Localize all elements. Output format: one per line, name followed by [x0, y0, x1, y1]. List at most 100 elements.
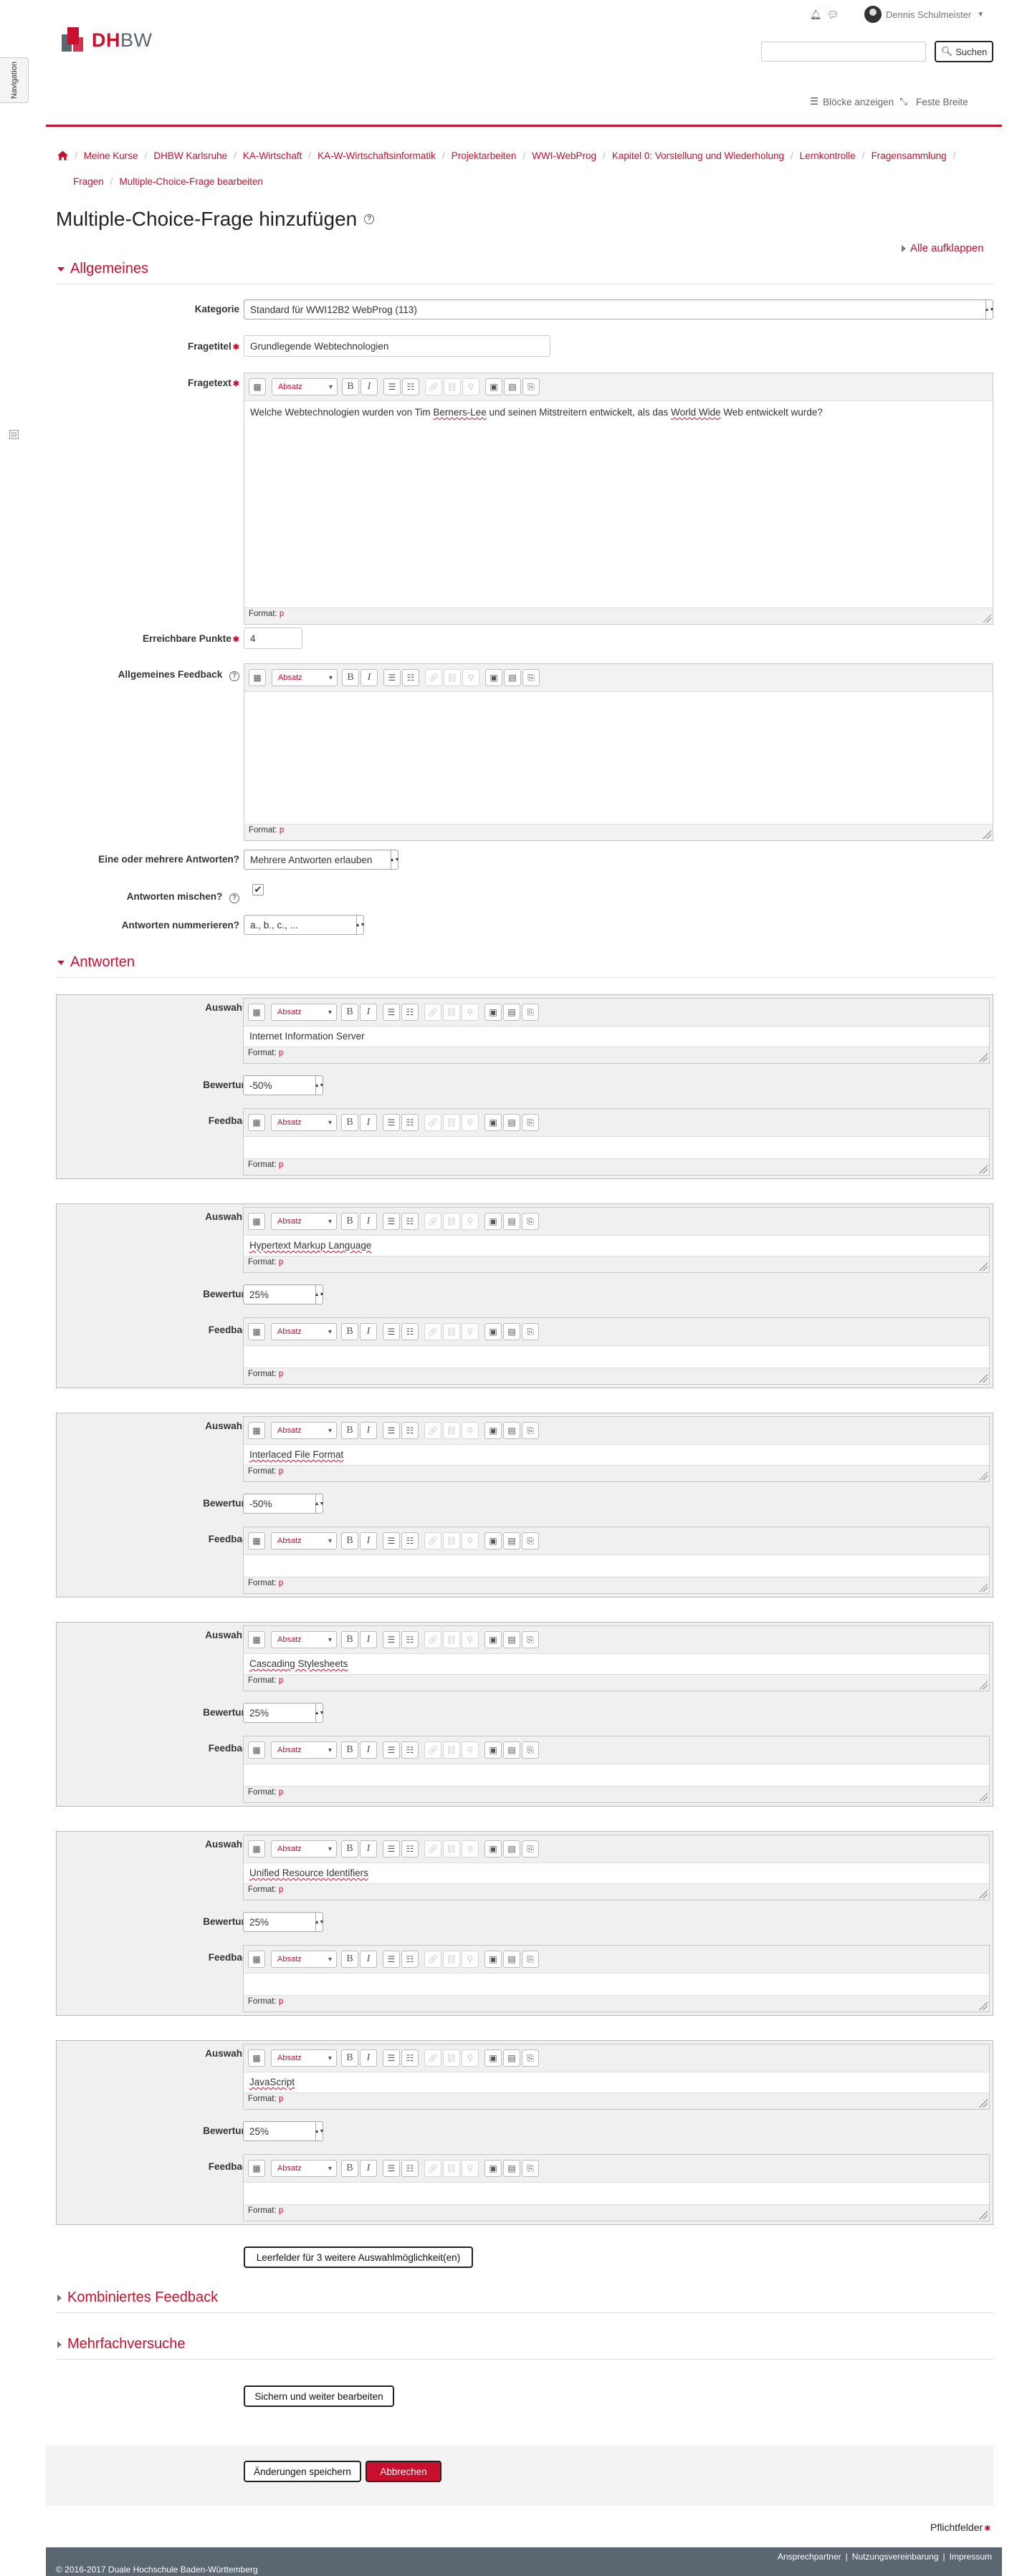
grade-select[interactable]: -50% ▲▼ — [243, 1494, 324, 1514]
file-icon[interactable]: ⎘ — [522, 1631, 539, 1648]
question-title-input[interactable]: Grundlegende Webtechnologien — [244, 335, 550, 357]
numbered-list-icon[interactable]: ☷ — [401, 1114, 419, 1131]
bullet-list-icon[interactable]: ☰ — [383, 669, 401, 686]
image-icon[interactable]: ▣ — [484, 1532, 502, 1549]
link-icon[interactable]: 🔗︎ — [424, 1741, 441, 1759]
grade-select[interactable]: 25% ▲▼ — [243, 2121, 324, 2141]
numbered-list-icon[interactable]: ☷ — [401, 1323, 419, 1340]
link-icon[interactable]: 🔗︎ — [424, 1422, 441, 1439]
default-mark-input[interactable]: 4 — [244, 628, 302, 649]
breadcrumb-item[interactable]: Projektarbeiten — [452, 150, 517, 161]
toolbar-toggle-icon[interactable]: ▦ — [248, 2160, 265, 2177]
italic-icon[interactable]: I — [360, 1323, 377, 1340]
anchor-icon[interactable]: ⚲ — [462, 1114, 479, 1131]
dhbw-logo[interactable]: DHBW — [57, 24, 153, 56]
choice-feedback-editor[interactable]: ▦ Absatz B I ☰ ☷ 🔗︎ ⛓︎ ⚲ ▣ ▤ ⎘ Format: p — [243, 1736, 990, 1803]
file-icon[interactable]: ⎘ — [522, 2160, 539, 2177]
unlink-icon[interactable]: ⛓︎ — [444, 378, 461, 395]
resize-grip-icon[interactable] — [979, 1165, 988, 1173]
toolbar-toggle-icon[interactable]: ▦ — [248, 1114, 265, 1131]
expand-all-link[interactable]: Alle aufklappen — [902, 242, 984, 254]
image-icon[interactable]: ▣ — [484, 1631, 502, 1648]
toolbar-toggle-icon[interactable]: ▦ — [249, 669, 266, 686]
media-icon[interactable]: ▤ — [503, 1840, 520, 1857]
choice-feedback-editor[interactable]: ▦ Absatz B I ☰ ☷ 🔗︎ ⛓︎ ⚲ ▣ ▤ ⎘ Format: p — [243, 1527, 990, 1594]
save-changes-button[interactable]: Änderungen speichern — [244, 2461, 361, 2482]
image-icon[interactable]: ▣ — [484, 1004, 502, 1021]
chat-icon[interactable]: 💬︎ — [827, 9, 839, 20]
save-and-continue-button[interactable]: Sichern und weiter bearbeiten — [244, 2385, 394, 2407]
question-text-area[interactable]: Welche Webtechnologien wurden von Tim Be… — [244, 400, 993, 608]
single-multiple-select[interactable]: Mehrere Antworten erlauben ▲▼ — [244, 850, 399, 870]
media-icon[interactable]: ▤ — [503, 1532, 520, 1549]
choice-feedback-editor[interactable]: ▦ Absatz B I ☰ ☷ 🔗︎ ⛓︎ ⚲ ▣ ▤ ⎘ Format: p — [243, 1108, 990, 1176]
file-icon[interactable]: ⎘ — [522, 378, 540, 395]
bullet-list-icon[interactable]: ☰ — [383, 1213, 400, 1230]
bullet-list-icon[interactable]: ☰ — [383, 1951, 400, 1968]
resize-grip-icon[interactable] — [979, 1792, 988, 1801]
unlink-icon[interactable]: ⛓︎ — [443, 1840, 460, 1857]
general-feedback-editor[interactable]: ▦ Absatz B I ☰ ☷ 🔗︎ ⛓︎ ⚲ ▣ ▤ ⎘ Format: p — [244, 663, 993, 841]
media-icon[interactable]: ▤ — [503, 1114, 520, 1131]
choice-feedback-area[interactable] — [244, 1764, 989, 1787]
image-icon[interactable]: ▣ — [484, 1422, 502, 1439]
numbered-list-icon[interactable]: ☷ — [402, 378, 419, 395]
numbered-list-icon[interactable]: ☷ — [401, 1741, 419, 1759]
italic-icon[interactable]: I — [360, 1422, 377, 1439]
toolbar-toggle-icon[interactable]: ▦ — [248, 2049, 265, 2067]
search-button[interactable]: 🔍︎ Suchen — [935, 41, 993, 62]
file-icon[interactable]: ⎘ — [522, 1951, 539, 1968]
resize-grip-icon[interactable] — [979, 1890, 988, 1898]
image-icon[interactable]: ▣ — [484, 1840, 502, 1857]
help-icon[interactable]: ? — [229, 893, 239, 903]
link-icon[interactable]: 🔗︎ — [424, 1114, 441, 1131]
paragraph-style-select[interactable]: Absatz — [271, 1631, 337, 1648]
media-icon[interactable]: ▤ — [503, 1741, 520, 1759]
navigation-drawer-toggle[interactable]: Navigation — [0, 57, 29, 103]
resize-grip-icon[interactable] — [979, 2099, 988, 2108]
bold-icon[interactable]: B — [341, 1951, 358, 1968]
unlink-icon[interactable]: ⛓︎ — [443, 1323, 460, 1340]
image-icon[interactable]: ▣ — [484, 1114, 502, 1131]
paragraph-style-select[interactable]: Absatz — [272, 669, 338, 686]
help-icon[interactable]: ? — [229, 671, 239, 681]
section-combined-feedback-header[interactable]: Kombiniertes Feedback — [57, 2289, 218, 2306]
link-icon[interactable]: 🔗︎ — [424, 1323, 441, 1340]
paragraph-style-select[interactable]: Absatz — [272, 378, 338, 395]
breadcrumb-item[interactable]: KA-Wirtschaft — [243, 150, 302, 161]
breadcrumb-item[interactable]: Meine Kurse — [84, 150, 138, 161]
choice-feedback-editor[interactable]: ▦ Absatz B I ☰ ☷ 🔗︎ ⛓︎ ⚲ ▣ ▤ ⎘ Format: p — [243, 1945, 990, 2012]
unlink-icon[interactable]: ⛓︎ — [443, 1741, 460, 1759]
numbered-list-icon[interactable]: ☷ — [401, 2049, 419, 2067]
file-icon[interactable]: ⎘ — [522, 1323, 539, 1340]
toolbar-toggle-icon[interactable]: ▦ — [248, 1840, 265, 1857]
choice-text-editor[interactable]: ▦ Absatz B I ☰ ☷ 🔗︎ ⛓︎ ⚲ ▣ ▤ ⎘ Interlace… — [243, 1416, 990, 1482]
bullet-list-icon[interactable]: ☰ — [383, 1840, 400, 1857]
toolbar-toggle-icon[interactable]: ▦ — [248, 1213, 265, 1230]
home-icon[interactable] — [57, 150, 68, 160]
breadcrumb-item[interactable]: DHBW Karlsruhe — [153, 150, 227, 161]
italic-icon[interactable]: I — [360, 2160, 377, 2177]
link-icon[interactable]: 🔗︎ — [424, 1532, 441, 1549]
image-icon[interactable]: ▣ — [484, 1741, 502, 1759]
unlink-icon[interactable]: ⛓︎ — [443, 2049, 460, 2067]
unlink-icon[interactable]: ⛓︎ — [443, 2160, 460, 2177]
question-text-editor[interactable]: ▦ Absatz B I ☰ ☷ 🔗︎ ⛓︎ ⚲ ▣ ▤ ⎘ Welche We… — [244, 373, 993, 625]
bold-icon[interactable]: B — [341, 1422, 358, 1439]
anchor-icon[interactable]: ⚲ — [462, 1631, 479, 1648]
resize-grip-icon[interactable] — [979, 2001, 988, 2010]
grade-select[interactable]: -50% ▲▼ — [243, 1075, 324, 1095]
file-icon[interactable]: ⎘ — [522, 1114, 539, 1131]
numbered-list-icon[interactable]: ☷ — [401, 1951, 419, 1968]
bold-icon[interactable]: B — [341, 1532, 358, 1549]
numbered-list-icon[interactable]: ☷ — [401, 1422, 419, 1439]
media-icon[interactable]: ▤ — [503, 1004, 520, 1021]
file-icon[interactable]: ⎘ — [522, 1741, 539, 1759]
breadcrumb-item[interactable]: Lernkontrolle — [800, 150, 856, 161]
bold-icon[interactable]: B — [341, 1631, 358, 1648]
choice-text-editor[interactable]: ▦ Absatz B I ☰ ☷ 🔗︎ ⛓︎ ⚲ ▣ ▤ ⎘ Cascading… — [243, 1625, 990, 1691]
bullet-list-icon[interactable]: ☰ — [383, 1631, 400, 1648]
image-icon[interactable]: ▣ — [484, 2049, 502, 2067]
image-icon[interactable]: ▣ — [484, 1213, 502, 1230]
choice-feedback-area[interactable] — [244, 1973, 989, 1996]
